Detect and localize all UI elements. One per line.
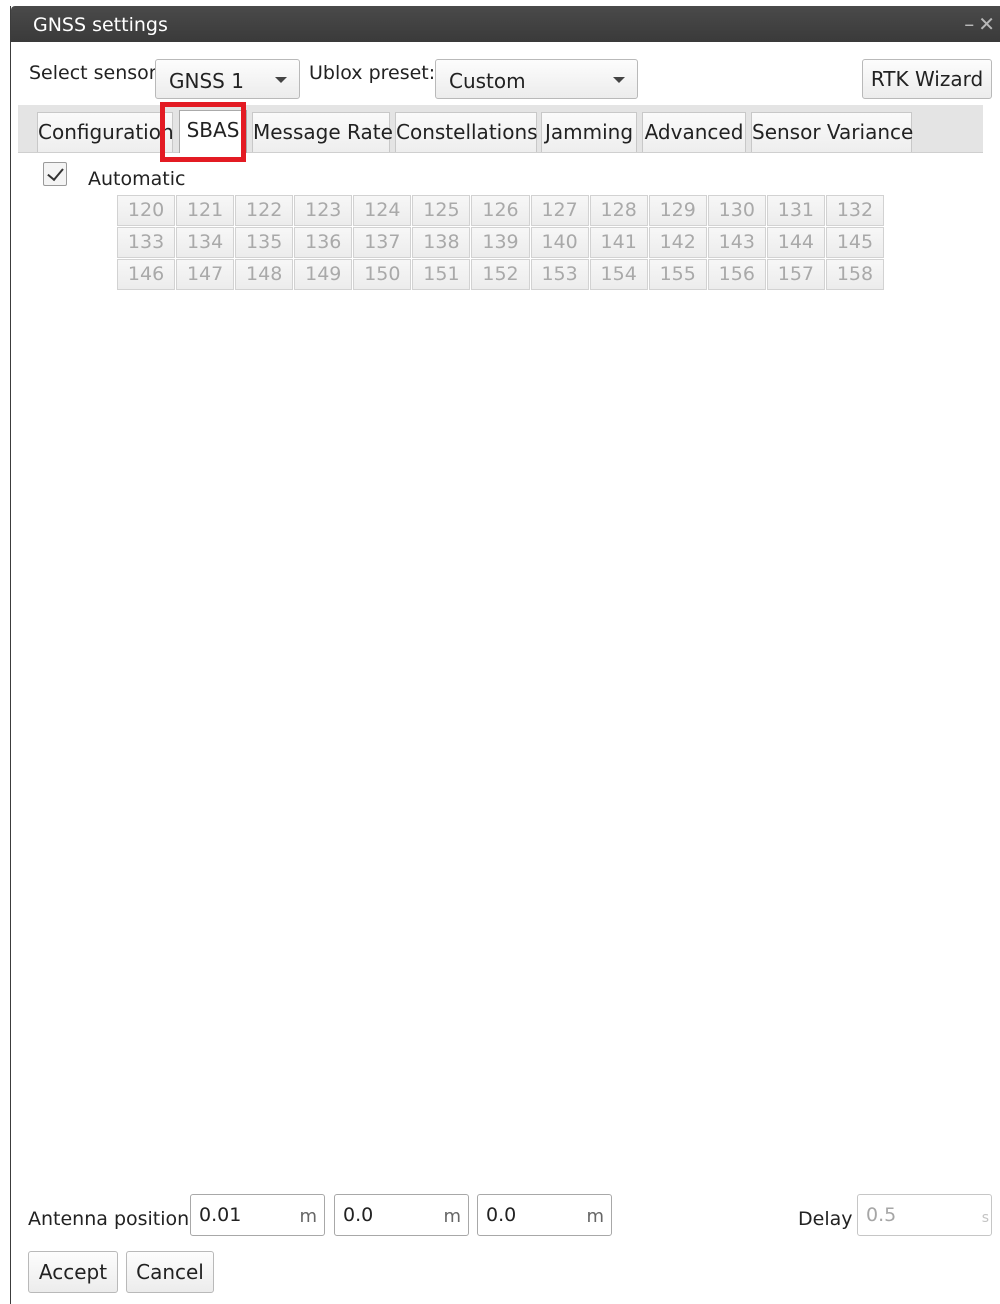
sbas-prn-cell[interactable]: 131 <box>766 195 825 226</box>
sbas-prn-cell[interactable]: 141 <box>589 227 648 258</box>
tab-sensor-variance[interactable]: Sensor Variance <box>751 112 913 152</box>
sbas-prn-cell[interactable]: 156 <box>707 259 766 290</box>
cancel-button[interactable]: Cancel <box>126 1251 214 1293</box>
rtk-wizard-button[interactable]: RTK Wizard <box>862 59 992 99</box>
sbas-prn-cell[interactable]: 149 <box>294 259 353 290</box>
tab-jamming[interactable]: Jamming <box>541 112 637 152</box>
antenna-y-value: 0.0 <box>343 1204 374 1226</box>
tab-constellations[interactable]: Constellations <box>395 112 538 152</box>
sbas-prn-cell[interactable]: 133 <box>117 227 176 258</box>
window-title: GNSS settings <box>33 14 168 36</box>
sbas-prn-cell[interactable]: 146 <box>117 259 176 290</box>
delay-value: 0.5 <box>866 1204 897 1226</box>
sbas-prn-cell[interactable]: 134 <box>176 227 235 258</box>
automatic-checkbox[interactable] <box>43 162 67 186</box>
sbas-prn-cell[interactable]: 153 <box>530 259 589 290</box>
sbas-prn-cell[interactable]: 137 <box>353 227 412 258</box>
sbas-prn-cell[interactable]: 129 <box>648 195 707 226</box>
sbas-prn-grid: 120 121 122 123 124 125 126 127 128 129 130 131 132 1… <box>116 195 884 291</box>
sbas-prn-cell[interactable]: 144 <box>766 227 825 258</box>
ublox-preset-value: Custom <box>449 69 526 93</box>
antenna-z-field[interactable]: 0.0 m <box>477 1194 612 1236</box>
sbas-prn-cell[interactable]: 148 <box>235 259 294 290</box>
minimize-icon[interactable]: – <box>964 12 978 36</box>
sbas-prn-cell[interactable]: 122 <box>235 195 294 226</box>
antenna-z-value: 0.0 <box>486 1204 517 1226</box>
delay-field[interactable]: 0.5 s <box>857 1194 992 1236</box>
delay-unit: s <box>981 1210 989 1226</box>
sbas-prn-cell[interactable]: 143 <box>707 227 766 258</box>
ublox-preset-label: Ublox preset: <box>309 62 436 84</box>
sbas-prn-cell[interactable]: 123 <box>294 195 353 226</box>
sbas-prn-cell[interactable]: 157 <box>766 259 825 290</box>
checkmark-icon <box>47 163 64 182</box>
antenna-y-field[interactable]: 0.0 m <box>334 1194 469 1236</box>
tab-configuration[interactable]: Configuration <box>37 112 174 152</box>
close-icon[interactable]: ✕ <box>978 12 999 36</box>
sbas-prn-cell[interactable]: 155 <box>648 259 707 290</box>
sbas-prn-cell[interactable]: 151 <box>412 259 471 290</box>
sbas-prn-cell[interactable]: 121 <box>176 195 235 226</box>
sbas-prn-cell[interactable]: 130 <box>707 195 766 226</box>
accept-button[interactable]: Accept <box>28 1251 118 1293</box>
sbas-prn-cell[interactable]: 120 <box>117 195 176 226</box>
tab-message-rate[interactable]: Message Rate <box>252 112 393 152</box>
sbas-prn-cell[interactable]: 126 <box>471 195 530 226</box>
sbas-prn-cell[interactable]: 139 <box>471 227 530 258</box>
sensor-select-value: GNSS 1 <box>169 69 244 93</box>
title-bar[interactable]: GNSS settings –✕ <box>11 6 1000 42</box>
sbas-prn-cell[interactable]: 158 <box>825 259 884 290</box>
sbas-prn-cell[interactable]: 147 <box>176 259 235 290</box>
chevron-down-icon <box>275 77 287 83</box>
sbas-prn-cell[interactable]: 127 <box>530 195 589 226</box>
tab-advanced[interactable]: Advanced <box>642 112 746 152</box>
sbas-prn-cell[interactable]: 135 <box>235 227 294 258</box>
sbas-prn-cell[interactable]: 140 <box>530 227 589 258</box>
sbas-prn-cell[interactable]: 142 <box>648 227 707 258</box>
select-sensor-label: Select sensor <box>29 62 157 84</box>
sbas-prn-cell[interactable]: 124 <box>353 195 412 226</box>
delay-label: Delay <box>798 1208 853 1230</box>
sbas-prn-cell[interactable]: 128 <box>589 195 648 226</box>
sbas-prn-cell[interactable]: 136 <box>294 227 353 258</box>
sbas-prn-cell[interactable]: 132 <box>825 195 884 226</box>
tab-bar: Configuration SBAS Message Rate Constell… <box>18 105 983 153</box>
ublox-preset-select[interactable]: Custom <box>435 59 638 99</box>
tab-sbas[interactable]: SBAS <box>179 110 247 153</box>
automatic-label: Automatic <box>88 168 186 190</box>
window-controls: –✕ <box>964 12 999 36</box>
sbas-prn-cell[interactable]: 150 <box>353 259 412 290</box>
sbas-prn-cell[interactable]: 145 <box>825 227 884 258</box>
antenna-y-unit: m <box>443 1206 461 1227</box>
sbas-prn-cell[interactable]: 138 <box>412 227 471 258</box>
antenna-position-label: Antenna position <box>28 1208 190 1230</box>
sensor-select[interactable]: GNSS 1 <box>155 59 300 99</box>
antenna-x-value: 0.01 <box>199 1204 242 1226</box>
sbas-prn-cell[interactable]: 125 <box>412 195 471 226</box>
chevron-down-icon <box>613 77 625 83</box>
antenna-x-field[interactable]: 0.01 m <box>190 1194 325 1236</box>
sbas-prn-cell[interactable]: 152 <box>471 259 530 290</box>
antenna-z-unit: m <box>586 1206 604 1227</box>
antenna-x-unit: m <box>299 1206 317 1227</box>
sbas-prn-cell[interactable]: 154 <box>589 259 648 290</box>
